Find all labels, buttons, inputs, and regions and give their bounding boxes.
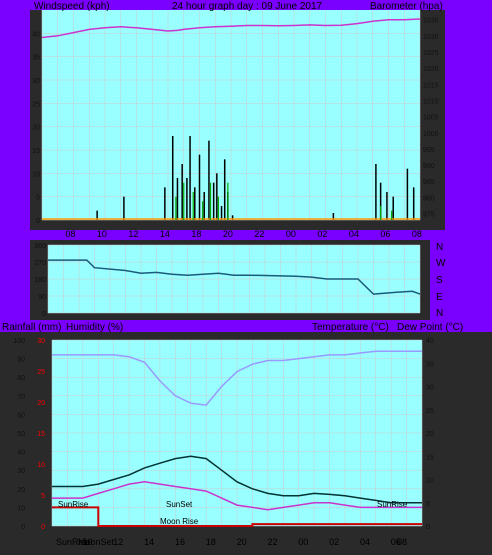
graph-canvas: 0510152025303540 97598098599099510001005…	[0, 1, 492, 555]
humidity-tick-label: 30	[17, 468, 25, 475]
bottom-x-tick: 12	[113, 537, 123, 547]
temperature-tick-label: 0	[426, 524, 430, 531]
humidity-tick-label: 10	[17, 505, 25, 512]
humidity-tick-label: 50	[17, 431, 25, 438]
temperature-title: Temperature (°C)	[312, 322, 389, 333]
humidity-tick-label: 100	[13, 338, 25, 345]
temperature-tick-label: 30	[426, 385, 434, 392]
wind-x-tick: 06	[380, 229, 390, 239]
bottom-x-tick: 02	[329, 537, 339, 547]
rain-tick-label: 25	[37, 369, 45, 376]
rain-tick-label: 5	[41, 493, 45, 500]
barometer-tick-label: 1020	[423, 66, 439, 73]
temperature-tick-label: 40	[426, 338, 434, 345]
barometer-tick-label: 1030	[423, 34, 439, 41]
barometer-tick-label: 1000	[423, 131, 439, 138]
sunrise-annotation-2: SunRise	[377, 500, 408, 509]
barometer-tick-label: 1005	[423, 115, 439, 122]
direction-tick-label: 90	[38, 294, 46, 301]
wind-tick-label: 20	[32, 125, 40, 132]
sunrise-annotation: SunRise	[58, 500, 89, 509]
bottom-x-tick: 04	[360, 537, 370, 547]
main-title: 24 hour graph day : 09 June 2017	[172, 1, 323, 12]
barometer-tick-label: 990	[423, 163, 435, 170]
moonrise-annotation: Moon Rise	[160, 517, 199, 526]
wind-tick-label: 30	[32, 78, 40, 85]
bottom-x-tick: 10	[82, 537, 92, 547]
direction-tick-label: 0	[42, 311, 46, 318]
direction-tick-label: 180	[34, 277, 46, 284]
wind-x-tick: 00	[286, 229, 296, 239]
wind-x-tick: 08	[412, 229, 422, 239]
wind-x-tick: 08	[65, 229, 75, 239]
wind-x-tick: 10	[97, 229, 107, 239]
dewpoint-title: Dew Point (°C)	[397, 322, 463, 333]
wind-tick-label: 5	[36, 195, 40, 202]
bottom-x-tick: 08	[397, 537, 407, 547]
temperature-tick-label: 15	[426, 454, 434, 461]
humidity-title: Humidity (%)	[66, 322, 123, 333]
bottom-x-tick: 14	[144, 537, 154, 547]
direction-w: W	[436, 258, 446, 269]
humidity-tick-label: 90	[17, 357, 25, 364]
barometer-title: Barometer (hpa)	[370, 1, 443, 12]
wind-x-labels: 08 10 12 14 18 20 22 00 02 04 06 08	[65, 229, 422, 239]
direction-e: E	[436, 292, 443, 303]
wind-x-tick: 22	[254, 229, 264, 239]
wind-x-tick: 12	[128, 229, 138, 239]
direction-n-top: N	[436, 242, 443, 253]
rain-tick-label: 10	[37, 462, 45, 469]
rain-tick-label: 20	[37, 400, 45, 407]
bottom-x-tick: 00	[298, 537, 308, 547]
wind-tick-label: 10	[32, 171, 40, 178]
direction-n-bottom: N	[436, 308, 443, 319]
direction-tick-label: 270	[34, 260, 46, 267]
wind-x-tick: 18	[191, 229, 201, 239]
humidity-tick-label: 60	[17, 412, 25, 419]
temperature-tick-label: 25	[426, 408, 434, 415]
humidity-tick-label: 70	[17, 394, 25, 401]
sunset-annotation: SunSet	[166, 500, 193, 509]
barometer-tick-label: 1010	[423, 98, 439, 105]
wind-x-tick: 20	[223, 229, 233, 239]
barometer-tick-label: 1025	[423, 50, 439, 57]
humidity-tick-label: 0	[21, 524, 25, 531]
wind-tick-label: 40	[32, 31, 40, 38]
wind-tick-label: 35	[32, 55, 40, 62]
temperature-tick-label: 35	[426, 361, 434, 368]
wind-x-tick: 14	[160, 229, 170, 239]
barometer-tick-label: 975	[423, 212, 435, 219]
direction-tick-label: 360	[34, 243, 46, 250]
rainfall-title: Rainfall (mm)	[2, 322, 61, 333]
bottom-x-tick: 20	[237, 537, 247, 547]
rain-tick-label: 30	[37, 338, 45, 345]
barometer-tick-label: 985	[423, 179, 435, 186]
humidity-tick-label: 80	[17, 375, 25, 382]
direction-s: S	[436, 275, 443, 286]
bottom-x-tick: 16	[175, 537, 185, 547]
barometer-tick-label: 1035	[423, 18, 439, 25]
windspeed-title: Windspeed (kph)	[34, 1, 110, 12]
wind-x-tick: 04	[349, 229, 359, 239]
barometer-tick-label: 995	[423, 147, 435, 154]
rain-tick-label: 15	[37, 431, 45, 438]
rain-tick-label: 0	[41, 524, 45, 531]
bottom-x-tick: 22	[267, 537, 277, 547]
humidity-tick-label: 40	[17, 450, 25, 457]
temperature-tick-label: 10	[426, 478, 434, 485]
barometer-tick-label: 980	[423, 195, 435, 202]
bottom-x-tick: 18	[206, 537, 216, 547]
wind-tick-label: 0	[36, 218, 40, 225]
wind-x-tick: 02	[317, 229, 327, 239]
barometer-tick-label: 1015	[423, 82, 439, 89]
humidity-tick-label: 20	[17, 487, 25, 494]
wind-tick-label: 25	[32, 101, 40, 108]
temperature-tick-label: 5	[426, 501, 430, 508]
temperature-tick-label: 20	[426, 431, 434, 438]
wind-tick-label: 15	[32, 148, 40, 155]
